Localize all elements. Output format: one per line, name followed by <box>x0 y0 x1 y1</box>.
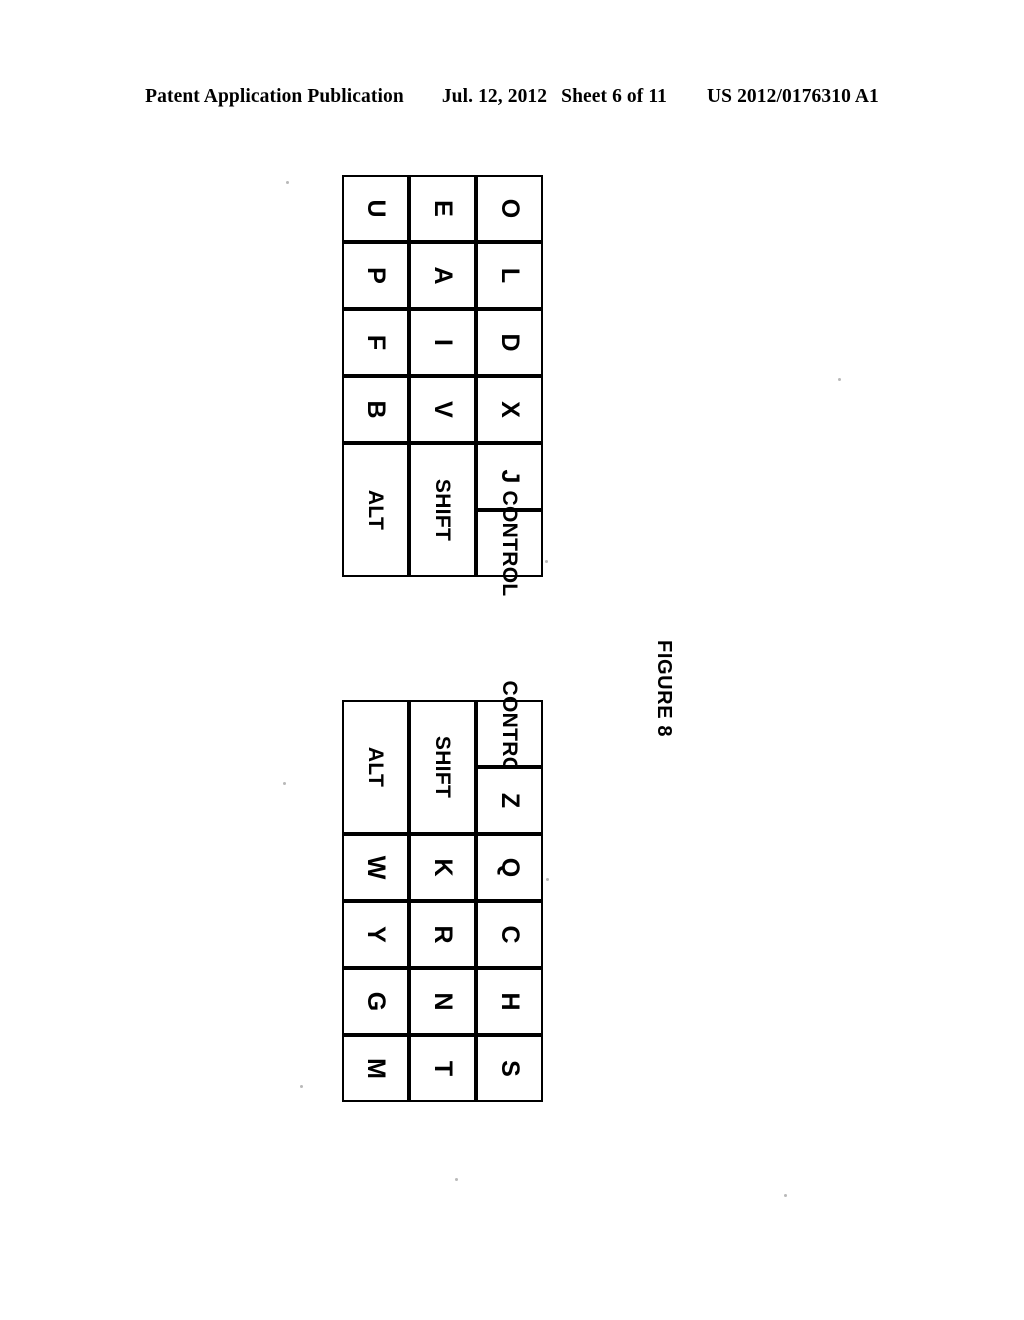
key-n[interactable]: N <box>409 968 476 1035</box>
scan-speck <box>784 1194 787 1197</box>
key-f[interactable]: F <box>342 309 409 376</box>
scan-speck <box>838 378 841 381</box>
scan-speck <box>455 1178 458 1181</box>
key-m[interactable]: M <box>342 1035 409 1102</box>
key-l[interactable]: L <box>476 242 543 309</box>
key-a[interactable]: A <box>409 242 476 309</box>
key-b[interactable]: B <box>342 376 409 443</box>
key-t[interactable]: T <box>409 1035 476 1102</box>
key-alt[interactable]: ALT <box>342 443 409 577</box>
key-o[interactable]: O <box>476 175 543 242</box>
key-alt[interactable]: ALT <box>342 700 409 834</box>
key-s[interactable]: S <box>476 1035 543 1102</box>
key-i[interactable]: I <box>409 309 476 376</box>
patent-drawing: O L D X J CONTROL E A I V SHIFT U P F B ALT CONTROL Z Q C H… <box>0 0 1024 1320</box>
scan-speck <box>546 878 549 881</box>
key-w[interactable]: W <box>342 834 409 901</box>
key-y[interactable]: Y <box>342 901 409 968</box>
key-shift[interactable]: SHIFT <box>409 443 476 577</box>
keypad-upper: O L D X J CONTROL E A I V SHIFT U P F B ALT <box>342 175 543 596</box>
key-d[interactable]: D <box>476 309 543 376</box>
key-shift[interactable]: SHIFT <box>409 700 476 834</box>
key-e[interactable]: E <box>409 175 476 242</box>
key-g[interactable]: G <box>342 968 409 1035</box>
key-control[interactable]: CONTROL <box>476 491 543 596</box>
key-c[interactable]: C <box>476 901 543 968</box>
key-k[interactable]: K <box>409 834 476 901</box>
key-x[interactable]: X <box>476 376 543 443</box>
key-z[interactable]: Z <box>476 767 543 834</box>
key-h[interactable]: H <box>476 968 543 1035</box>
key-q[interactable]: Q <box>476 834 543 901</box>
figure-caption: FIGURE 8 <box>653 640 675 738</box>
key-u[interactable]: U <box>342 175 409 242</box>
scan-speck <box>300 1085 303 1088</box>
key-control[interactable]: CONTROL <box>476 681 543 786</box>
key-r[interactable]: R <box>409 901 476 968</box>
key-p[interactable]: P <box>342 242 409 309</box>
scan-speck <box>545 560 548 563</box>
scan-speck <box>283 782 286 785</box>
key-v[interactable]: V <box>409 376 476 443</box>
keypad-lower: CONTROL Z Q C H S SHIFT K R N T ALT W Y G M <box>342 681 543 1102</box>
scan-speck <box>286 181 289 184</box>
